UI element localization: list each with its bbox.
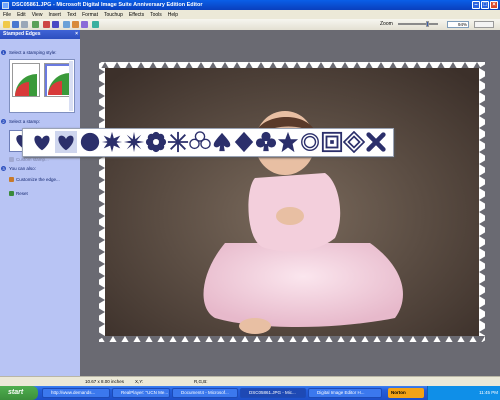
zoom-label: Zoom	[380, 21, 393, 27]
stamp-flower-icon[interactable]	[145, 131, 167, 153]
customize-icon	[9, 177, 14, 182]
norton-button[interactable]: Norton	[388, 388, 424, 398]
customize-edge-link[interactable]: Customize the edge...	[9, 177, 60, 182]
stamp-picker-flyout	[22, 128, 394, 157]
menu-edit[interactable]: Edit	[14, 12, 29, 18]
stamp-concentric-square-icon[interactable]	[321, 131, 343, 153]
task-image-suite[interactable]: DSC05861.JPG - Mic...	[240, 388, 306, 398]
start-button[interactable]: start	[0, 386, 38, 400]
task-realplayer[interactable]: RealPlayer: "UCN Me...	[112, 388, 170, 398]
step-2-label: Select a stamp:	[9, 119, 41, 124]
menu-tools[interactable]: Tools	[147, 12, 165, 18]
reset-icon	[9, 191, 14, 196]
email-icon[interactable]	[32, 21, 39, 28]
app-icon	[2, 1, 9, 9]
rgb-readout: R,G,B:	[194, 379, 208, 384]
menu-view[interactable]: View	[29, 12, 46, 18]
window-title: DSC05861.JPG - Microsoft Digital Image S…	[12, 2, 203, 8]
clock: 11:45 PM	[479, 390, 498, 395]
stamp-starburst-icon[interactable]	[123, 131, 145, 153]
stamp-club-icon[interactable]	[255, 131, 277, 153]
menu-insert[interactable]: Insert	[45, 12, 64, 18]
title-bar: DSC05861.JPG - Microsoft Digital Image S…	[0, 0, 500, 10]
step-2-number: 2	[1, 119, 6, 124]
menu-text[interactable]: Text	[64, 12, 79, 18]
step-1-label: Select a stamping style:	[9, 50, 57, 55]
close-button[interactable]: ×	[490, 1, 498, 9]
stamp-snowflake-icon[interactable]	[167, 131, 189, 153]
step-3-number: 3	[1, 166, 6, 171]
task-document[interactable]: Document4 - Microsof...	[172, 388, 238, 398]
task-browser[interactable]: http://www.demands...	[42, 388, 110, 398]
stamp-cross-icon[interactable]	[365, 131, 387, 153]
zoom-fit-button[interactable]	[474, 21, 494, 28]
stamp-clover-icon[interactable]	[189, 131, 211, 153]
pane-close-icon[interactable]: ×	[75, 30, 78, 39]
menu-touchup[interactable]: Touchup	[101, 12, 126, 18]
system-tray: 11:45 PM	[427, 386, 500, 400]
menu-help[interactable]: Help	[165, 12, 181, 18]
taskbar: start http://www.demands... RealPlayer: …	[0, 386, 500, 400]
style-thumbnail-1[interactable]	[12, 63, 40, 97]
text-icon[interactable]	[92, 21, 99, 28]
style-thumbnail-2[interactable]	[44, 63, 72, 97]
task-pane-header: Stamped Edges ×	[0, 30, 80, 39]
stamp-diamond-icon[interactable]	[233, 131, 255, 153]
custom-stamp-link[interactable]: Custom stamp...	[9, 157, 49, 162]
undo-icon[interactable]	[43, 21, 50, 28]
menu-file[interactable]: File	[0, 12, 14, 18]
zigzag-border	[99, 62, 485, 342]
menu-effects[interactable]: Effects	[126, 12, 147, 18]
save-icon[interactable]	[12, 21, 19, 28]
open-icon[interactable]	[3, 21, 10, 28]
stamp-heart-selected-icon[interactable]	[55, 131, 77, 153]
step-1-number: 1	[1, 50, 6, 55]
gallery-scrollbar[interactable]	[69, 61, 73, 111]
stamp-sun-icon[interactable]	[299, 131, 321, 153]
custom-stamp-icon	[9, 157, 14, 162]
zoom-slider[interactable]	[398, 21, 438, 27]
step-3-label: You can also:	[9, 166, 36, 171]
stamp-concentric-diamond-icon[interactable]	[343, 131, 365, 153]
zoom-input[interactable]: 94%	[447, 21, 469, 28]
stamp-star-icon[interactable]	[277, 131, 299, 153]
stamped-photo[interactable]	[99, 62, 485, 342]
crop-icon[interactable]	[72, 21, 79, 28]
maximize-button[interactable]: □	[481, 1, 489, 9]
stamp-heart-icon[interactable]	[31, 131, 53, 153]
stamp-spade-icon[interactable]	[211, 131, 233, 153]
rotate-icon[interactable]	[81, 21, 88, 28]
select-icon[interactable]	[63, 21, 70, 28]
stamping-style-gallery	[9, 59, 75, 113]
print-icon[interactable]	[21, 21, 28, 28]
image-size-readout: 10.67 x 8.00 inches	[85, 379, 125, 384]
minimize-button[interactable]: –	[472, 1, 480, 9]
zoom-slider-thumb[interactable]	[426, 21, 429, 27]
stamp-sun-burst-icon[interactable]	[101, 131, 123, 153]
window-controls: – □ ×	[472, 1, 498, 9]
redo-icon[interactable]	[52, 21, 59, 28]
reset-link[interactable]: Reset	[9, 191, 28, 196]
task-image-editor-help[interactable]: Digital Image Editor H...	[308, 388, 382, 398]
menu-format[interactable]: Format	[79, 12, 101, 18]
xy-readout: X,Y:	[135, 379, 144, 384]
task-pane-title: Stamped Edges	[3, 31, 41, 37]
stamp-circle-icon[interactable]	[79, 131, 101, 153]
